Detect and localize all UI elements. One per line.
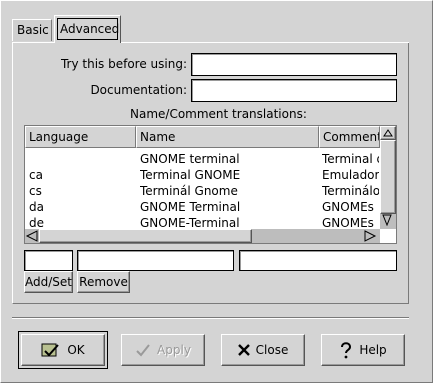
add-set-button[interactable]: Add/Set — [24, 271, 73, 293]
scroll-right-button[interactable] — [363, 229, 377, 243]
vertical-scrollbar[interactable] — [380, 126, 396, 229]
scroll-up-button[interactable] — [380, 126, 396, 140]
arrow-left-icon — [25, 230, 38, 242]
apply-label: Apply — [157, 343, 191, 357]
tab-advanced[interactable]: Advanced — [54, 15, 121, 43]
cell-language: da — [29, 200, 44, 214]
arrow-down-icon — [382, 214, 392, 227]
help-label: Help — [359, 343, 387, 357]
help-button[interactable]: Help — [321, 334, 405, 366]
translations-label: Name/Comment translations: — [130, 107, 307, 121]
scroll-down-button[interactable] — [380, 214, 396, 228]
comment-field[interactable] — [239, 250, 397, 271]
cell-name: GNOME-Terminal — [140, 216, 240, 229]
cell-comment: Terminálo — [322, 184, 379, 198]
check-icon — [136, 344, 150, 357]
remove-label: Remove — [79, 275, 128, 289]
add-set-label: Add/Set — [25, 275, 72, 289]
close-button[interactable]: Close — [221, 334, 305, 366]
help-icon — [341, 342, 352, 359]
cell-language: de — [29, 216, 44, 229]
tab-advanced-label: Advanced — [60, 22, 120, 36]
table-row[interactable]: GNOME terminal Terminal d — [25, 151, 380, 167]
column-header-language[interactable]: Language — [25, 126, 136, 148]
cell-language: cs — [29, 184, 42, 198]
close-label: Close — [255, 343, 289, 357]
apply-button: Apply — [121, 334, 205, 366]
ok-button[interactable]: OK — [21, 334, 105, 366]
scroll-left-button[interactable] — [25, 229, 39, 243]
check-icon — [41, 343, 60, 357]
horizontal-scrollbar[interactable] — [25, 229, 380, 243]
ok-label: OK — [67, 343, 85, 357]
translations-list: Language Name Comment GNOME terminal Ter… — [24, 125, 397, 244]
table-row[interactable]: da GNOME Terminal GNOMEs — [25, 199, 380, 215]
table-row[interactable]: ca Terminal GNOME Emulador — [25, 167, 380, 183]
column-header-comment[interactable]: Comment — [319, 126, 380, 148]
cell-name: Terminál Gnome — [140, 184, 238, 198]
horizontal-scroll-thumb[interactable] — [39, 229, 252, 243]
tab-basic-label: Basic — [17, 23, 49, 37]
tab-basic[interactable]: Basic — [12, 19, 52, 41]
vertical-scroll-thumb[interactable] — [380, 140, 396, 214]
cell-name: GNOME terminal — [140, 152, 240, 166]
arrow-right-icon — [364, 230, 377, 242]
language-field[interactable] — [24, 250, 73, 271]
cell-name: Terminal GNOME — [140, 168, 241, 182]
try-input[interactable] — [191, 53, 397, 76]
documentation-label: Documentation: — [90, 83, 187, 97]
remove-button[interactable]: Remove — [77, 271, 130, 293]
column-header-name[interactable]: Name — [136, 126, 319, 148]
cell-language: ca — [29, 168, 43, 182]
table-row[interactable]: de GNOME-Terminal GNOMEs — [25, 215, 380, 229]
try-label: Try this before using: — [60, 57, 187, 71]
page-top-edge-right — [121, 42, 409, 43]
page-top-edge — [12, 42, 54, 43]
table-row[interactable]: cs Terminál Gnome Terminálo — [25, 183, 380, 199]
cell-comment: GNOMEs — [322, 216, 374, 229]
cell-name: GNOME Terminal — [140, 200, 241, 214]
close-icon — [237, 344, 250, 356]
table-rows: GNOME terminal Terminal d ca Terminal GN… — [25, 151, 380, 229]
cell-comment: Terminal d — [322, 152, 379, 166]
separator — [12, 317, 409, 319]
name-field[interactable] — [77, 250, 234, 271]
cell-comment: GNOMEs — [322, 200, 374, 214]
cell-comment: Emulador — [322, 168, 379, 182]
arrow-up-icon — [383, 129, 393, 137]
documentation-input[interactable] — [191, 79, 397, 102]
